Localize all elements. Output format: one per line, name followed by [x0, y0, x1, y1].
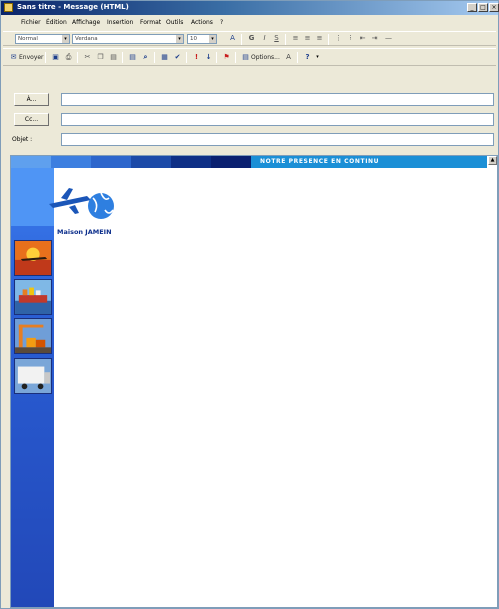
align-right-icon[interactable]: ≡: [315, 34, 324, 43]
increase-indent-icon[interactable]: ⇥: [370, 34, 379, 43]
menu-actions[interactable]: Actions: [191, 19, 213, 26]
chevron-down-icon[interactable]: ▾: [313, 53, 322, 62]
toolbar-separator: [122, 52, 123, 63]
attach-icon[interactable]: ⌕: [141, 53, 150, 62]
bulleted-list-icon[interactable]: ⁝: [346, 34, 355, 43]
standard-toolbar: ✉ Envoyer ▣ ⎙ ✂ ❐ ▤ ▤ ⌕ ▦ ✔ ! ↓ ⚑ ▤ Opti…: [3, 48, 496, 66]
message-window: Sans titre - Message (HTML) _ □ × Fichie…: [0, 0, 499, 609]
container-crane-photo: [14, 318, 52, 354]
formatting-toolbar: Normal ▾ Verdana ▾ 10 ▾ A G I S ≡ ≡ ≡ ⋮ …: [3, 31, 496, 46]
subject-field[interactable]: [61, 133, 494, 146]
options-button[interactable]: Options...: [251, 54, 280, 61]
toolbar-separator: [285, 34, 286, 45]
low-importance-icon[interactable]: ↓: [204, 53, 213, 62]
message-body[interactable]: NOTRE PRESENCE EN CONTINU ▲ Maison JAMEI…: [10, 155, 498, 608]
address-book-icon[interactable]: ▦: [160, 53, 169, 62]
font-combo[interactable]: Verdana ▾: [72, 34, 184, 44]
address-area: À... Cc... Objet :: [1, 87, 498, 153]
align-left-icon[interactable]: ≡: [291, 34, 300, 43]
decrease-indent-icon[interactable]: ⇤: [358, 34, 367, 43]
scroll-up-button[interactable]: ▲: [488, 156, 497, 165]
logo-wordmark: Maison JAMEIN: [57, 228, 112, 236]
stripe-segment: [11, 156, 51, 168]
stripe-segment: [171, 156, 211, 168]
numbered-list-icon[interactable]: ⋮: [334, 34, 343, 43]
minimize-button[interactable]: _: [467, 3, 477, 12]
print-icon[interactable]: ⎙: [64, 53, 73, 62]
follow-up-flag-icon[interactable]: ⚑: [222, 53, 231, 62]
font-color-icon[interactable]: A: [228, 34, 237, 43]
ship-photo: [14, 279, 52, 315]
subject-label: Objet :: [12, 136, 33, 143]
chevron-down-icon: ▾: [176, 35, 183, 43]
menu-fichier[interactable]: Fichier: [21, 19, 41, 26]
maximize-button[interactable]: □: [478, 3, 488, 12]
horizontal-line-icon[interactable]: —: [384, 34, 393, 43]
maison-jamein-logo: Maison JAMEIN: [49, 188, 114, 236]
copy-icon[interactable]: ❐: [96, 53, 105, 62]
align-center-icon[interactable]: ≡: [303, 34, 312, 43]
menu-outils[interactable]: Outils: [166, 19, 183, 26]
send-icon: ✉: [10, 53, 17, 61]
cc-button[interactable]: Cc...: [14, 113, 49, 126]
stripe-segment: [211, 156, 251, 168]
chevron-down-icon: ▾: [62, 35, 69, 43]
toolbar-separator: [77, 52, 78, 63]
to-field[interactable]: [61, 93, 494, 106]
italic-icon[interactable]: I: [260, 34, 269, 43]
truck-photo: [14, 358, 52, 394]
toolbar-separator: [297, 52, 298, 63]
bold-icon[interactable]: G: [247, 34, 256, 43]
high-importance-icon[interactable]: !: [192, 53, 201, 62]
toolbar-separator: [186, 52, 187, 63]
menu-affichage[interactable]: Affichage: [72, 19, 100, 26]
menu-bar: Fichier Édition Affichage Insertion Form…: [1, 16, 498, 29]
cut-icon[interactable]: ✂: [83, 53, 92, 62]
check-names-icon[interactable]: ✔: [173, 53, 182, 62]
banner-text: NOTRE PRESENCE EN CONTINU: [251, 156, 487, 168]
font-combo-value: Verdana: [75, 36, 98, 42]
toolbar-separator: [216, 52, 217, 63]
menu-format[interactable]: Format: [140, 19, 161, 26]
stripe-segment: [51, 156, 91, 168]
toolbar-separator: [154, 52, 155, 63]
stripe-segment: [131, 156, 171, 168]
underline-icon[interactable]: S: [272, 34, 281, 43]
toolbar-separator: [241, 34, 242, 45]
font-size-combo[interactable]: 10 ▾: [187, 34, 217, 44]
style-combo[interactable]: Normal ▾: [15, 34, 70, 44]
paste-icon[interactable]: ▤: [109, 53, 118, 62]
toolbar-separator: [45, 52, 46, 63]
help-icon[interactable]: ?: [303, 53, 312, 62]
insert-file-icon[interactable]: ▤: [128, 53, 137, 62]
toolbar-separator: [328, 34, 329, 45]
toolbar-separator: [235, 52, 236, 63]
options-icon: ▤: [242, 53, 249, 61]
stripe-segment: [91, 156, 131, 168]
airplane-photo: [14, 240, 52, 276]
window-title: Sans titre - Message (HTML): [17, 3, 129, 11]
menu-help[interactable]: ?: [220, 19, 223, 26]
chevron-down-icon: ▾: [209, 35, 216, 43]
title-bar[interactable]: Sans titre - Message (HTML) _ □ ×: [1, 1, 499, 15]
style-combo-value: Normal: [18, 36, 38, 42]
cc-field[interactable]: [61, 113, 494, 126]
menu-edition[interactable]: Édition: [46, 19, 67, 26]
font-size-value: 10: [190, 36, 197, 42]
to-button[interactable]: À...: [14, 93, 49, 106]
close-button[interactable]: ×: [489, 3, 499, 12]
message-app-icon: [4, 3, 13, 12]
save-icon[interactable]: ▣: [51, 53, 60, 62]
menu-insertion[interactable]: Insertion: [107, 19, 133, 26]
format-text-icon[interactable]: A: [284, 53, 293, 62]
send-button[interactable]: Envoyer: [19, 54, 44, 61]
